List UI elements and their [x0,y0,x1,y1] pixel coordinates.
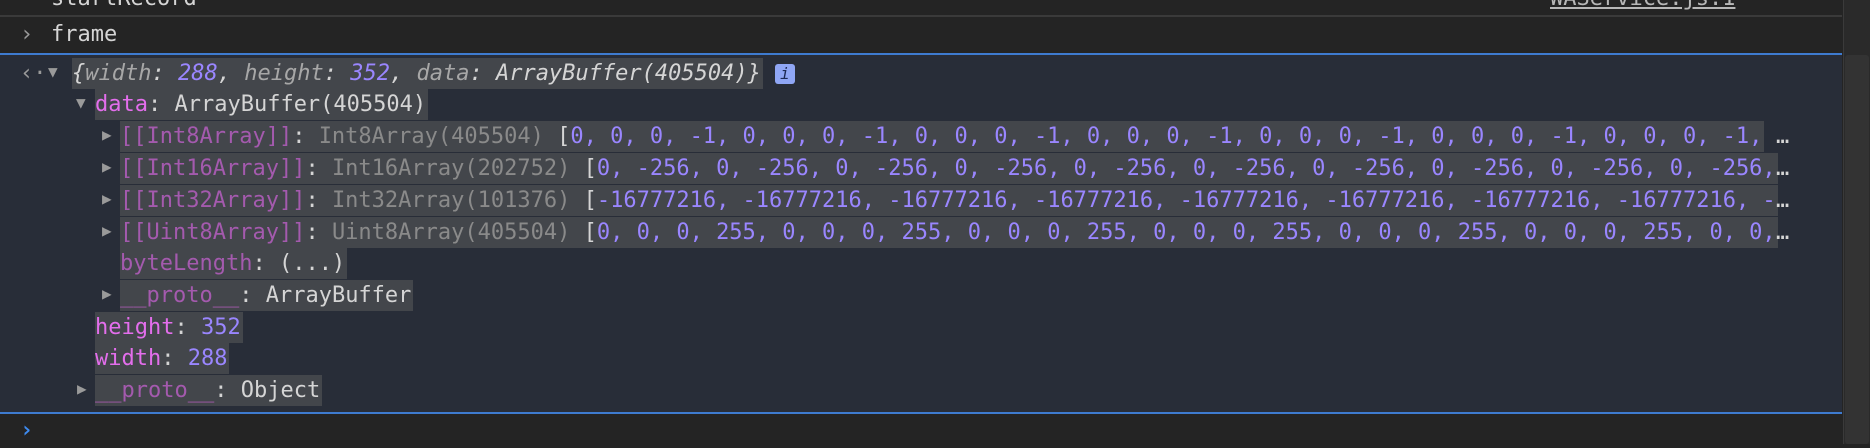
typed-array-type: Int8Array(405504) [318,124,544,149]
object-proto-property[interactable]: __proto__: Object [95,375,323,406]
typed-array-values: -16777216, -16777216, -16777216, -167772… [596,188,1776,213]
triangle-right-icon[interactable]: ▶ [102,284,112,303]
width-property: width: 288 [95,343,230,374]
ellipsis: … [1776,188,1790,213]
ellipsis: … [1776,156,1790,181]
triangle-right-icon[interactable]: ▶ [102,125,112,144]
ellipsis: … [1776,220,1790,245]
typed-array-values: 0, 0, 0, 255, 0, 0, 0, 255, 0, 0, 0, 255… [596,220,1776,245]
ellipsis: … [1776,124,1790,149]
prompt-chevron-icon: › [20,418,34,443]
typed-array-row[interactable]: [[Int16Array]]: Int16Array(202752) [0, -… [120,153,1800,184]
triangle-right-icon[interactable]: ▶ [102,157,112,176]
chevron-right-icon: › [20,22,34,47]
triangle-down-icon[interactable]: ▼ [76,93,86,112]
object-summary[interactable]: {width: 288, height: 352, data: ArrayBuf… [72,58,795,89]
typed-array-row[interactable]: [[Int32Array]]: Int32Array(101376) [-167… [120,185,1800,216]
height-property: height: 352 [95,312,243,343]
typed-array-values: 0, -256, 0, -256, 0, -256, 0, -256, 0, -… [596,156,1776,181]
console-history: startRecord WAService.js:1 › frame [0,0,1842,54]
console-input[interactable] [0,414,1842,444]
triangle-right-icon[interactable]: ▶ [77,379,87,398]
triangle-right-icon[interactable]: ▶ [102,189,112,208]
typed-array-values: 0, 0, 0, -1, 0, 0, 0, -1, 0, 0, 0, -1, 0… [570,124,1763,149]
result-panel: ‹· ▼ {width: 288, height: 352, data: Arr… [0,55,1842,412]
typed-array-row[interactable]: [[Uint8Array]]: Uint8Array(405504) [0, 0… [120,217,1800,248]
scrollbar-thumb[interactable] [1845,55,1869,444]
divider [0,15,1842,17]
result-arrow-icon: ‹· [20,61,47,86]
typed-array-type: Int16Array(202752) [331,156,571,181]
typed-array-key: [[Int8Array]] [120,124,293,149]
triangle-down-icon[interactable]: ▼ [48,62,58,81]
data-property[interactable]: data: ArrayBuffer(405504) [95,89,429,120]
typed-array-key: [[Int32Array]] [120,188,306,213]
typed-array-row[interactable]: [[Int8Array]]: Int8Array(405504) [0, 0, … [120,121,1800,152]
input-command: frame [51,22,118,47]
source-link[interactable]: WAService.js:1 [1550,0,1735,14]
typed-array-key: [[Uint8Array]] [120,220,306,245]
typed-array-key: [[Int16Array]] [120,156,306,181]
previous-log-entry: startRecord [51,0,197,14]
typed-array-type: Int32Array(101376) [331,188,571,213]
typed-array-type: Uint8Array(405504) [331,220,571,245]
info-icon[interactable]: i [774,64,795,84]
triangle-right-icon[interactable]: ▶ [102,221,112,240]
byte-length-property[interactable]: byteLength: (...) [120,248,348,279]
data-proto-property[interactable]: __proto__: ArrayBuffer [120,280,414,311]
input-command-row: › frame [0,18,1842,52]
